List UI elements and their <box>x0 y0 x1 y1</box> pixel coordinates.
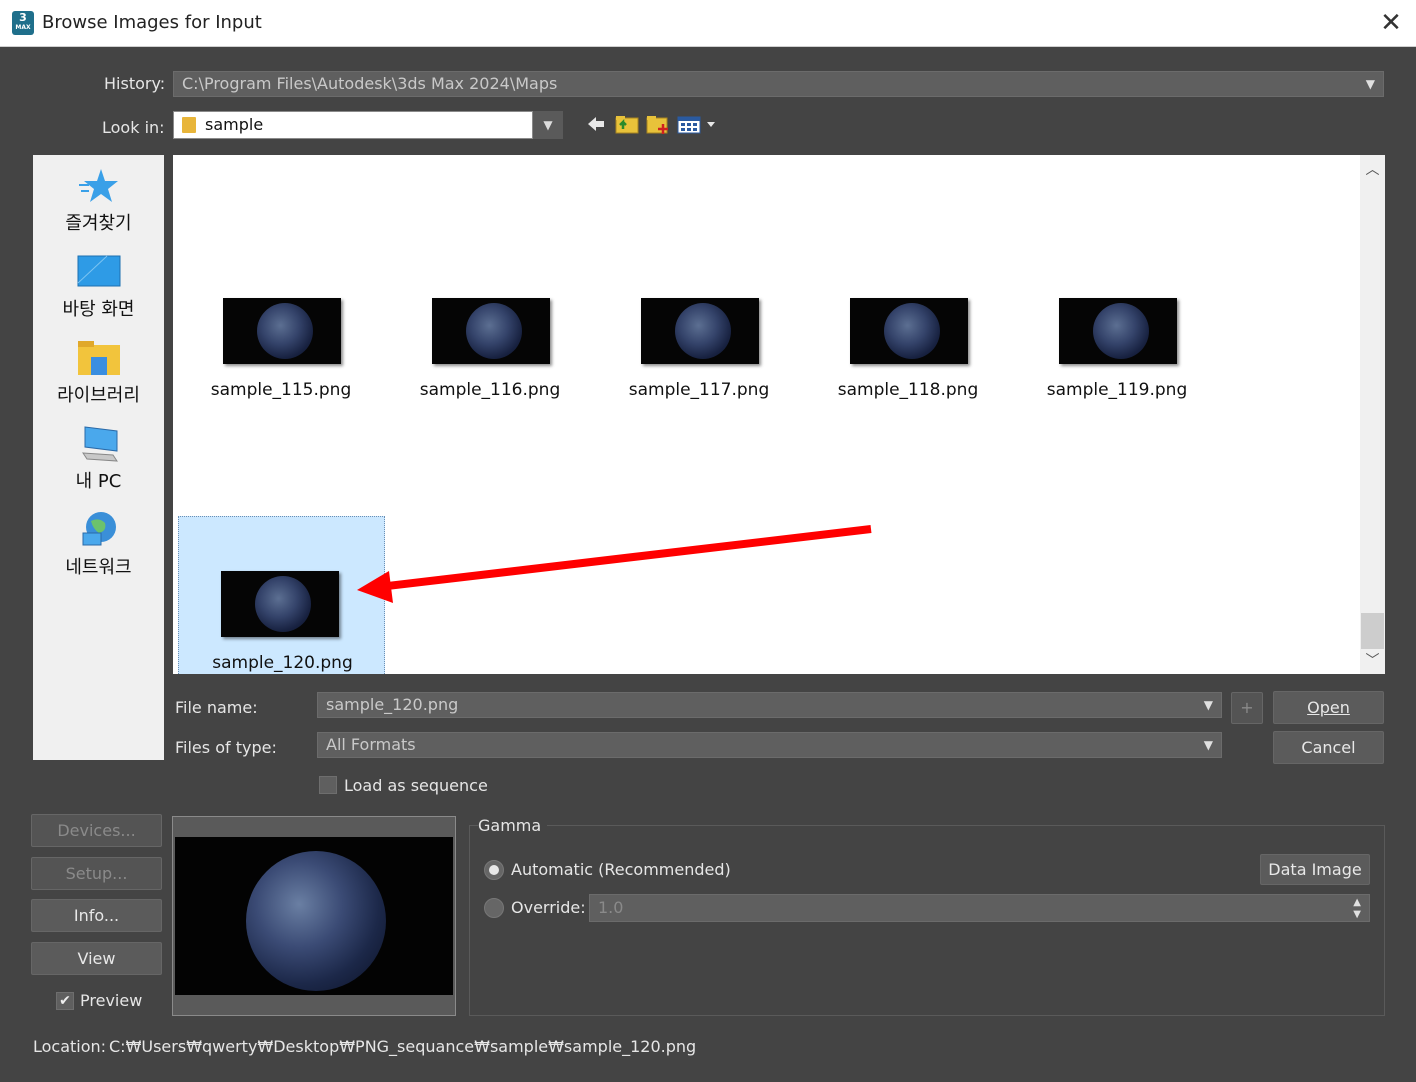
gamma-override-spinner[interactable]: 1.0 ▲ ▼ <box>589 894 1370 922</box>
devices-button[interactable]: Devices... <box>31 814 162 847</box>
file-item[interactable]: sample_116.png <box>385 298 595 458</box>
setup-button[interactable]: Setup... <box>31 857 162 890</box>
file-item[interactable]: sample_118.png <box>803 298 1013 458</box>
close-button[interactable]: ✕ <box>1374 6 1408 40</box>
filename-label: File name: <box>175 698 258 717</box>
image-thumbnail <box>223 298 341 364</box>
place-label: 즐겨찾기 <box>65 213 132 234</box>
location-label: Location: <box>33 1037 107 1056</box>
lookin-combobox[interactable]: sample <box>173 111 533 139</box>
file-list-view[interactable]: sample_115.png sample_116.png sample_117… <box>173 155 1360 674</box>
star-icon <box>77 167 121 205</box>
lookin-dropdown-button[interactable]: ▼ <box>533 111 563 139</box>
lookin-label: Look in: <box>102 118 165 137</box>
cancel-button[interactable]: Cancel <box>1273 731 1384 764</box>
load-sequence-label: Load as sequence <box>344 776 488 795</box>
view-menu-icon[interactable] <box>677 114 719 136</box>
places-bar: 즐겨찾기 바탕 화면 라이브러리 내 PC 네트워크 <box>33 155 164 760</box>
file-name: sample_118.png <box>837 380 979 400</box>
image-thumbnail <box>850 298 968 364</box>
window-title: Browse Images for Input <box>42 12 262 33</box>
new-folder-icon[interactable] <box>646 113 670 135</box>
file-name: sample_119.png <box>1046 380 1188 400</box>
gamma-override-radio[interactable] <box>484 898 504 918</box>
history-value: C:\Program Files\Autodesk\3ds Max 2024\M… <box>182 74 558 93</box>
image-thumbnail <box>221 571 339 637</box>
lookin-value: sample <box>205 115 264 134</box>
back-arrow-icon[interactable] <box>584 114 608 136</box>
place-favorites[interactable]: 즐겨찾기 <box>33 167 164 235</box>
annotation-arrow <box>357 525 872 603</box>
gamma-title: Gamma <box>478 816 548 835</box>
library-folder-icon <box>77 339 121 377</box>
history-label: History: <box>104 74 166 93</box>
preview-label: Preview <box>80 991 143 1010</box>
gamma-automatic-label: Automatic (Recommended) <box>511 860 731 879</box>
preview-checkbox[interactable]: ✔ <box>56 992 74 1010</box>
chevron-down-icon: ▼ <box>1203 698 1213 712</box>
add-button[interactable]: + <box>1231 692 1263 724</box>
image-preview-pane <box>172 816 456 1016</box>
image-thumbnail <box>432 298 550 364</box>
file-item[interactable]: sample_115.png <box>176 298 386 458</box>
image-thumbnail <box>1059 298 1177 364</box>
computer-icon <box>77 425 121 463</box>
file-list-scrollbar[interactable]: ︿ ﹀ <box>1360 155 1385 674</box>
file-name: sample_120.png <box>212 653 353 673</box>
place-label: 내 PC <box>75 471 122 492</box>
load-sequence-checkbox[interactable] <box>319 776 337 794</box>
place-label: 라이브러리 <box>57 385 140 406</box>
scroll-down-icon[interactable]: ﹀ <box>1360 650 1385 670</box>
app-icon-subtext: MAX <box>15 24 31 31</box>
3dsmax-app-icon: 3 MAX <box>12 11 34 35</box>
folder-icon <box>182 117 196 133</box>
title-bar: 3 MAX Browse Images for Input ✕ <box>0 0 1416 47</box>
place-library[interactable]: 라이브러리 <box>33 339 164 407</box>
place-this-pc[interactable]: 내 PC <box>33 425 164 493</box>
gamma-override-label: Override: <box>511 898 586 917</box>
chevron-down-icon: ▼ <box>1203 738 1213 752</box>
filename-input[interactable]: sample_120.png ▼ <box>317 692 1222 718</box>
scroll-up-icon[interactable]: ︿ <box>1360 159 1385 179</box>
place-network[interactable]: 네트워크 <box>33 511 164 579</box>
file-item[interactable]: sample_117.png <box>594 298 804 458</box>
filetype-label: Files of type: <box>175 738 277 757</box>
file-name: sample_117.png <box>628 380 770 400</box>
network-globe-icon <box>77 511 121 549</box>
gamma-override-value: 1.0 <box>598 898 624 917</box>
preview-earth-image <box>246 851 386 991</box>
image-thumbnail <box>641 298 759 364</box>
spinner-arrows-icon: ▲ ▼ <box>1353 897 1361 920</box>
place-desktop[interactable]: 바탕 화면 <box>33 253 164 321</box>
filename-value: sample_120.png <box>326 695 459 714</box>
desktop-icon <box>77 253 121 291</box>
up-folder-icon[interactable] <box>615 113 639 135</box>
location-path: C:₩Users₩qwerty₩Desktop₩PNG_sequance₩sam… <box>109 1037 697 1056</box>
file-name: sample_116.png <box>419 380 561 400</box>
app-icon-text: 3 <box>19 11 27 24</box>
filetype-value: All Formats <box>326 735 416 754</box>
scrollbar-thumb[interactable] <box>1361 613 1384 649</box>
file-item[interactable]: sample_119.png <box>1012 298 1222 458</box>
place-label: 네트워크 <box>65 557 132 578</box>
info-button[interactable]: Info... <box>31 899 162 932</box>
history-dropdown[interactable]: C:\Program Files\Autodesk\3ds Max 2024\M… <box>173 71 1384 97</box>
view-button[interactable]: View <box>31 942 162 975</box>
chevron-down-icon: ▼ <box>1365 77 1375 91</box>
filetype-dropdown[interactable]: All Formats ▼ <box>317 732 1222 758</box>
preview-image <box>175 837 453 995</box>
open-button[interactable]: Open <box>1273 691 1384 724</box>
gamma-automatic-radio[interactable] <box>484 860 504 880</box>
file-name: sample_115.png <box>210 380 352 400</box>
place-label: 바탕 화면 <box>62 299 135 320</box>
data-image-button[interactable]: Data Image <box>1260 854 1370 885</box>
